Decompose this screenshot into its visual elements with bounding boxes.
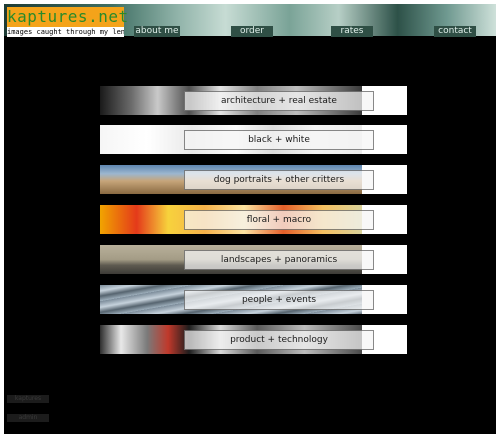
footer-link-admin[interactable]: admin <box>7 414 49 422</box>
gallery-label: architecture + real estate <box>184 91 374 111</box>
gallery-label: product + technology <box>184 330 374 350</box>
nav-order[interactable]: order <box>231 26 273 37</box>
nav-contact[interactable]: contact <box>434 26 476 37</box>
gallery-landscapes[interactable]: landscapes + panoramics <box>100 245 407 274</box>
nav-about-me[interactable]: about me <box>134 26 180 37</box>
gallery-label: floral + macro <box>184 210 374 230</box>
page-frame: kaptures.net images caught through my le… <box>4 4 496 434</box>
site-logo[interactable]: kaptures.net <box>7 7 128 27</box>
gallery-label: people + events <box>184 290 374 310</box>
gallery-black-white[interactable]: black + white <box>100 125 407 154</box>
site-header: kaptures.net images caught through my le… <box>4 4 496 37</box>
gallery-product-technology[interactable]: product + technology <box>100 325 407 354</box>
gallery-architecture[interactable]: architecture + real estate <box>100 86 407 115</box>
footer-link-kaptures[interactable]: kaptures <box>7 395 49 403</box>
gallery-dog-portraits[interactable]: dog portraits + other critters <box>100 165 407 194</box>
gallery-people-events[interactable]: people + events <box>100 285 407 314</box>
gallery-label: black + white <box>184 130 374 150</box>
nav-rates[interactable]: rates <box>331 26 373 37</box>
site-tagline: images caught through my lens <box>7 27 124 37</box>
gallery-label: landscapes + panoramics <box>184 250 374 270</box>
gallery-label: dog portraits + other critters <box>184 170 374 190</box>
gallery-floral-macro[interactable]: floral + macro <box>100 205 407 234</box>
